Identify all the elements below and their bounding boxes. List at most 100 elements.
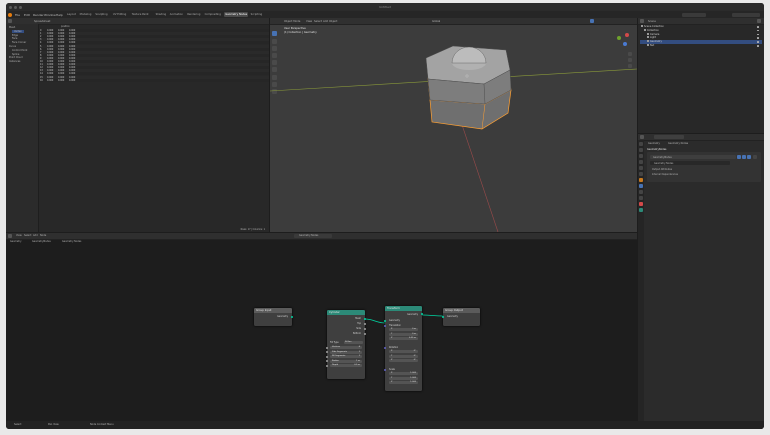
cylinder-field[interactable]: Depth 0.5 m xyxy=(326,364,362,368)
workspace-tab[interactable]: Animation xyxy=(169,12,184,17)
workspace-tab[interactable]: Scripting xyxy=(250,12,264,17)
transform-scale-z-field[interactable]: Z 1.000 xyxy=(389,381,418,384)
tool-tab-icon[interactable] xyxy=(639,142,643,146)
node-editor[interactable]: View Select Add Node Geometry Nodes Geom… xyxy=(6,233,637,421)
scene-tab-icon[interactable] xyxy=(639,166,643,170)
cylinder-field-socket[interactable] xyxy=(326,351,328,354)
camera-view-icon[interactable] xyxy=(628,64,632,68)
transform-translation-z-field[interactable]: Z 0.25 m xyxy=(389,337,418,340)
transform-rotation-socket[interactable] xyxy=(384,346,386,349)
visibility-eye-icon[interactable] xyxy=(757,37,759,39)
data-tab-icon[interactable] xyxy=(639,208,643,212)
visibility-eye-icon[interactable] xyxy=(757,26,759,28)
spreadsheet-domain-item[interactable]: Vertex xyxy=(12,29,24,33)
menu-file[interactable]: File xyxy=(15,13,20,17)
menu-window[interactable]: Window xyxy=(44,13,56,17)
cylinder-field[interactable]: Radius 1 m xyxy=(326,359,362,363)
menu-render[interactable]: Render xyxy=(33,13,44,17)
spreadsheet-domain-item[interactable]: Edge xyxy=(12,34,18,37)
menu-edit[interactable]: Edit xyxy=(24,13,30,17)
properties-editor-type-icon[interactable] xyxy=(640,135,644,139)
show-in-editmode-icon[interactable] xyxy=(737,155,741,159)
render-tab-icon[interactable] xyxy=(639,148,643,152)
transform-geometry-input-socket[interactable] xyxy=(384,319,386,322)
menu-help[interactable]: Help xyxy=(56,13,63,17)
show-in-viewport-icon[interactable] xyxy=(742,155,746,159)
show-in-render-icon[interactable] xyxy=(747,155,751,159)
properties-search-input[interactable] xyxy=(654,135,684,139)
transform-node[interactable]: Transform Geometry Geometry Translation X… xyxy=(384,306,423,391)
cylinder-field-socket[interactable] xyxy=(326,346,328,349)
cylinder-field-socket[interactable] xyxy=(326,360,328,363)
modifier-tab-icon[interactable] xyxy=(639,184,643,188)
physics-tab-icon[interactable] xyxy=(639,196,643,200)
spreadsheet-domain-item[interactable]: Face Corner xyxy=(12,41,26,44)
workspace-tab[interactable]: Texture Paint xyxy=(131,12,150,17)
output-attributes-subpanel[interactable]: Output Attributes xyxy=(652,168,672,171)
properties-tab-geometry-nodes[interactable]: Geometry Nodes xyxy=(668,142,688,145)
spreadsheet-domain-item[interactable]: Curve xyxy=(9,45,16,48)
modifier-name-field[interactable]: GeometryNodes xyxy=(650,155,736,159)
zoom-icon[interactable] xyxy=(628,52,632,56)
group-input-node[interactable]: Group Input Geometry xyxy=(254,308,293,326)
cylinder-output-socket[interactable] xyxy=(364,332,366,335)
cylinder-field[interactable]: Fill Segments 1 xyxy=(326,355,362,359)
nut-mesh[interactable] xyxy=(425,45,512,130)
fill-type-dropdown[interactable]: N-Gon xyxy=(344,340,363,344)
spreadsheet-domain-item[interactable]: Point Cloud xyxy=(9,56,23,59)
cylinder-output-socket[interactable] xyxy=(364,317,366,320)
spreadsheet-domain-item[interactable]: Face xyxy=(12,37,17,40)
visibility-eye-icon[interactable] xyxy=(757,41,759,43)
transform-translation-socket[interactable] xyxy=(384,324,386,327)
cylinder-output-socket[interactable] xyxy=(364,322,366,325)
node-group-selector[interactable]: Geometry Nodes xyxy=(650,161,730,165)
spreadsheet-domain-item[interactable]: Spline xyxy=(12,53,19,56)
cylinder-field-socket[interactable] xyxy=(326,355,328,358)
column-header-position[interactable]: position xyxy=(61,25,70,28)
spreadsheet-domain-item[interactable]: Mesh xyxy=(9,26,15,29)
transform-rotation-z-field[interactable]: Z 0° xyxy=(389,359,418,362)
group-input-geometry-socket[interactable] xyxy=(291,315,293,318)
transform-translation-x-field[interactable]: X 0 m xyxy=(389,328,418,331)
scene-selector[interactable] xyxy=(682,12,706,17)
group-output-geometry-socket[interactable] xyxy=(442,315,444,318)
object-tab-icon[interactable] xyxy=(639,178,643,182)
cylinder-node[interactable]: Cylinder Mesh Top Side Bottom Fill Type N-G… xyxy=(326,310,366,379)
transform-scale-x-field[interactable]: X 1.000 xyxy=(389,372,418,375)
transform-scale-y-field[interactable]: Y 1.000 xyxy=(389,376,418,380)
modifier-menu-icon[interactable] xyxy=(753,155,757,159)
constraints-tab-icon[interactable] xyxy=(639,202,643,206)
workspace-tab[interactable]: Shading xyxy=(155,12,168,17)
workspace-tab[interactable]: Modeling xyxy=(79,12,93,17)
3d-viewport[interactable]: Object Mode View Select Add Object Globa… xyxy=(270,18,637,232)
visibility-eye-icon[interactable] xyxy=(757,33,759,36)
transform-scale-socket[interactable] xyxy=(384,368,386,371)
blender-logo-icon[interactable] xyxy=(8,12,12,17)
particles-tab-icon[interactable] xyxy=(639,190,643,194)
internal-dependencies-subpanel[interactable]: Internal Dependencies xyxy=(652,173,678,176)
transform-rotation-x-field[interactable]: X 0° xyxy=(389,350,418,353)
transform-geometry-output-socket[interactable] xyxy=(421,313,423,315)
group-output-node[interactable]: Group Output Geometry xyxy=(442,308,480,326)
filter-icon[interactable] xyxy=(757,19,761,23)
transform-translation-y-field[interactable]: Y 0 m xyxy=(389,332,418,336)
cylinder-output-socket[interactable] xyxy=(364,327,366,330)
workspace-tab[interactable]: Layout xyxy=(66,12,77,17)
workspace-tab[interactable]: Sculpting xyxy=(94,12,108,17)
outliner-item[interactable]: Nut xyxy=(640,44,762,48)
navigation-gizmo[interactable] xyxy=(617,33,629,46)
cylinder-field[interactable]: Side Segments 1 xyxy=(326,350,362,354)
workspace-tab[interactable]: UV Editing xyxy=(112,12,128,17)
cylinder-field[interactable]: Vertices 6 xyxy=(326,346,362,349)
spreadsheet-domain-item[interactable]: Instances xyxy=(9,60,20,63)
spreadsheet-domain-item[interactable]: Control Point xyxy=(12,49,27,52)
workspace-tab[interactable]: Geometry Nodes xyxy=(224,12,249,17)
output-tab-icon[interactable] xyxy=(639,154,643,158)
world-tab-icon[interactable] xyxy=(639,172,643,176)
transform-rotation-y-field[interactable]: Y 0° xyxy=(389,354,418,358)
view-layer-tab-icon[interactable] xyxy=(639,160,643,164)
pan-icon[interactable] xyxy=(628,58,632,62)
cylinder-field-socket[interactable] xyxy=(326,364,328,367)
outliner-editor-type-icon[interactable] xyxy=(640,19,644,23)
view-layer-selector[interactable] xyxy=(732,12,760,17)
